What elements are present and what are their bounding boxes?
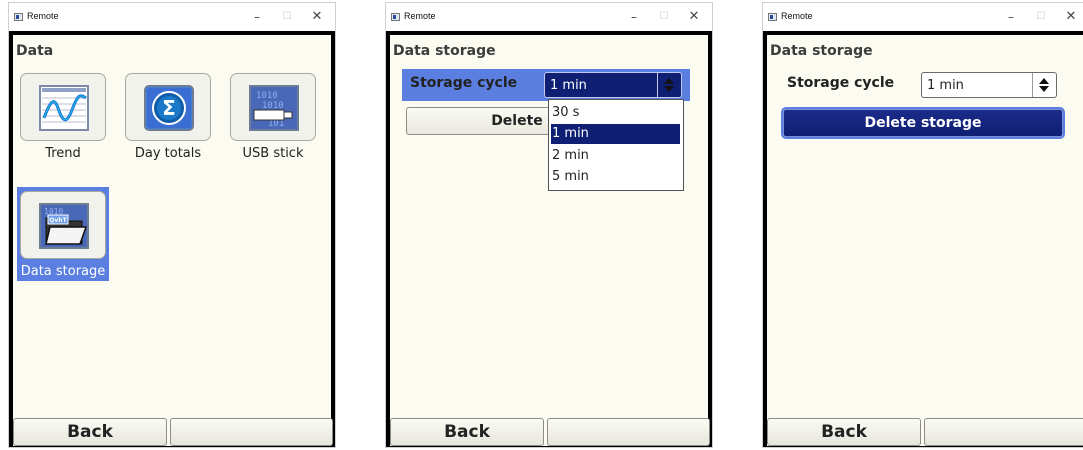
tile-label: Data storage <box>20 264 106 279</box>
remote-window-data-menu: Remote – ☐ ✕ Data Trend Σ Day totals 101… <box>8 2 336 448</box>
right-softkey[interactable] <box>547 418 710 446</box>
dropdown-option[interactable]: 5 min <box>551 167 680 187</box>
storage-cycle-select[interactable]: 1 min <box>921 72 1057 98</box>
device-screen: Data storage Storage cycle 1 min Delete … <box>390 35 710 446</box>
delete-storage-button[interactable]: Delete storage <box>783 109 1063 137</box>
tile-frame: 1010 1010 101 <box>230 73 316 141</box>
page-title: Data storage <box>770 43 873 59</box>
remote-window-storage-delete: Remote – ☐ ✕ Data storage Storage cycle … <box>762 2 1083 448</box>
back-softkey[interactable]: Back <box>390 418 544 446</box>
storage-cycle-row[interactable]: Storage cycle 1 min <box>402 69 690 101</box>
menu-tile-data-storage[interactable]: 1010 QvhT Data storage <box>17 187 109 281</box>
tile-frame <box>20 73 106 141</box>
title-bar[interactable]: Remote – ☐ ✕ <box>9 3 335 31</box>
dropdown-option[interactable]: 30 s <box>551 103 680 123</box>
back-softkey[interactable]: Back <box>767 418 921 446</box>
back-softkey[interactable]: Back <box>13 418 167 446</box>
window-title: Remote <box>27 11 59 21</box>
device-screen: Data storage Storage cycle 1 min Delete … <box>767 35 1083 446</box>
device-screen: Data Trend Σ Day totals 1010 1010 101 US… <box>13 35 333 446</box>
app-icon <box>768 13 777 21</box>
menu-tile-day-totals[interactable]: Σ Day totals <box>122 69 214 163</box>
storage-cycle-row[interactable]: Storage cycle 1 min <box>779 69 1067 101</box>
maximize-button[interactable]: ☐ <box>275 8 299 26</box>
page-title: Data <box>16 43 54 59</box>
delete-storage-button[interactable]: Delete s <box>406 107 561 135</box>
menu-tile-usb-stick[interactable]: 1010 1010 101 USB stick <box>227 69 319 163</box>
remote-window-storage-dropdown: Remote – ☐ ✕ Data storage Storage cycle … <box>385 2 713 448</box>
maximize-button[interactable]: ☐ <box>1029 8 1053 26</box>
spinner-arrows-icon[interactable] <box>657 73 681 97</box>
dropdown-option[interactable]: 2 min <box>551 146 680 166</box>
page-title: Data storage <box>393 43 496 59</box>
usb-stick-icon: 1010 1010 101 <box>249 85 299 131</box>
window-title: Remote <box>781 11 813 21</box>
storage-cycle-dropdown: 30 s 1 min 2 min 5 min <box>548 99 684 191</box>
spinner-arrows-icon[interactable] <box>1032 73 1056 97</box>
svg-text:Σ: Σ <box>162 96 176 120</box>
maximize-button[interactable]: ☐ <box>652 8 676 26</box>
select-value: 1 min <box>927 78 964 93</box>
close-button[interactable]: ✕ <box>1059 8 1083 26</box>
storage-cycle-select[interactable]: 1 min <box>544 72 682 98</box>
right-softkey[interactable] <box>924 418 1083 446</box>
title-bar[interactable]: Remote – ☐ ✕ <box>763 3 1083 31</box>
select-value: 1 min <box>550 78 587 93</box>
trend-chart-icon <box>39 85 89 131</box>
minimize-button[interactable]: – <box>622 8 646 26</box>
tile-label: Trend <box>45 146 81 161</box>
svg-text:1010: 1010 <box>256 91 278 101</box>
right-softkey[interactable] <box>170 418 333 446</box>
tile-label: Day totals <box>134 146 202 161</box>
minimize-button[interactable]: – <box>999 8 1023 26</box>
app-icon <box>14 13 23 21</box>
storage-cycle-label: Storage cycle <box>410 75 518 91</box>
window-title: Remote <box>404 11 436 21</box>
minimize-button[interactable]: – <box>245 8 269 26</box>
app-icon <box>391 13 400 21</box>
close-button[interactable]: ✕ <box>305 8 329 26</box>
tile-frame: 1010 QvhT <box>20 191 106 259</box>
dropdown-option-selected[interactable]: 1 min <box>551 124 680 144</box>
data-storage-folder-icon: 1010 QvhT <box>39 203 89 249</box>
svg-text:QvhT: QvhT <box>49 217 67 224</box>
menu-tile-trend[interactable]: Trend <box>17 69 109 163</box>
sigma-icon: Σ <box>144 85 194 131</box>
tile-frame: Σ <box>125 73 211 141</box>
tile-label: USB stick <box>242 146 304 161</box>
storage-cycle-label: Storage cycle <box>787 75 895 91</box>
close-button[interactable]: ✕ <box>682 8 706 26</box>
title-bar[interactable]: Remote – ☐ ✕ <box>386 3 712 31</box>
